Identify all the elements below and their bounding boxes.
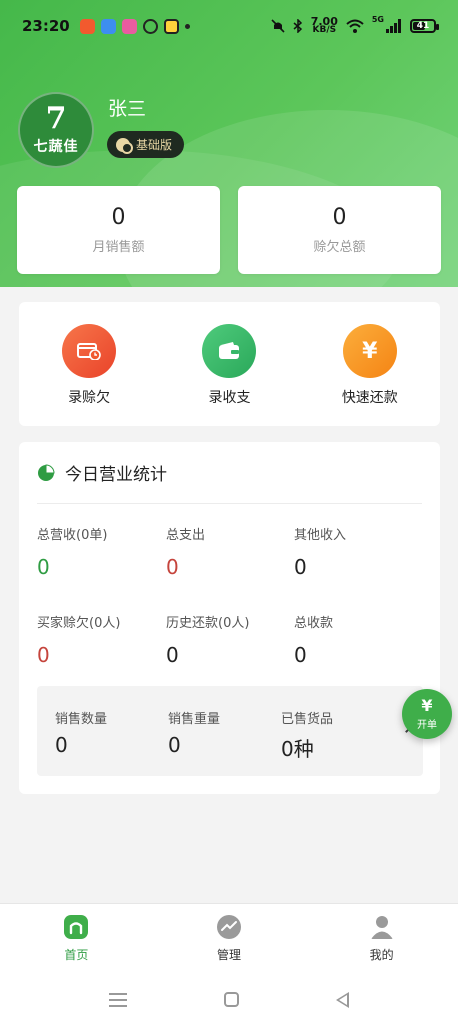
- monthly-sales-value: 0: [111, 205, 126, 230]
- yen-icon: ¥: [342, 324, 397, 378]
- status-bar: 23:20 7.00 KB/S 5G 41: [0, 0, 458, 52]
- wallet-icon: [202, 324, 257, 378]
- back-icon[interactable]: [336, 991, 350, 1008]
- shop-app-icon: [121, 18, 137, 34]
- today-stats-title: 今日营业统计: [65, 465, 167, 485]
- network-speed: 7.00 KB/S: [310, 15, 338, 35]
- quick-repay-button[interactable]: ¥ 快速还款: [300, 302, 440, 426]
- history-repay-stat[interactable]: 历史还款(0人) 0: [166, 612, 296, 667]
- record-income-expense-label: 录收支: [208, 390, 251, 406]
- mute-icon: [271, 19, 285, 33]
- create-order-label: 开单: [417, 719, 437, 731]
- battery-icon: 41: [410, 19, 439, 33]
- chart-icon: [217, 915, 241, 939]
- stat-label: 总收款: [294, 616, 334, 631]
- stat-label: 买家赊欠(0人): [37, 616, 121, 631]
- signal-icon: [386, 19, 401, 33]
- tab-manage[interactable]: 管理: [153, 904, 306, 975]
- today-stats-card: 今日营业统计 总营收(0单) 0 总支出 0 其他收入 0 买家赊欠(0人) 0…: [19, 442, 440, 794]
- stat-value: 0: [37, 555, 50, 579]
- plan-badge[interactable]: 基础版: [107, 131, 185, 158]
- game-app-icon: [163, 18, 179, 34]
- status-app-icons: [79, 18, 190, 34]
- more-notifications-dot: [184, 23, 190, 29]
- other-income-stat[interactable]: 其他收入 0: [294, 524, 424, 579]
- sold-label: 已售货品: [281, 712, 334, 727]
- wifi-icon: [346, 19, 364, 33]
- chat-app-icon: [142, 18, 158, 34]
- stat-value: 0: [166, 643, 179, 667]
- home-icon: [64, 915, 89, 939]
- bottom-nav: 首页 管理 我的: [0, 903, 458, 975]
- cloud-app-icon: [100, 18, 116, 34]
- yen-icon: ¥: [421, 695, 433, 715]
- divider: [37, 503, 422, 504]
- sold-label: 销售重量: [168, 712, 221, 727]
- video-app-icon: [79, 18, 95, 34]
- stat-label: 总营收(0单): [37, 528, 108, 543]
- system-nav: [0, 975, 458, 1024]
- plan-label: 基础版: [136, 138, 173, 152]
- total-receipts-stat[interactable]: 总收款 0: [294, 612, 424, 667]
- stat-value: 0: [294, 643, 307, 667]
- debt-card-icon: [62, 324, 117, 378]
- status-time: 23:20: [22, 17, 70, 35]
- stat-value: 0: [294, 555, 307, 579]
- stat-value: 0: [37, 643, 50, 667]
- stat-label: 总支出: [166, 528, 206, 543]
- stat-label: 其他收入: [294, 528, 347, 543]
- tab-home-label: 首页: [64, 948, 89, 962]
- tab-profile-label: 我的: [369, 948, 394, 962]
- sold-goods-summary[interactable]: 销售数量 0 销售重量 0 已售货品 0种: [37, 686, 423, 776]
- record-income-expense-button[interactable]: 录收支: [159, 302, 299, 426]
- status-indicators: 7.00 KB/S 5G 41: [271, 15, 439, 35]
- record-debt-button[interactable]: 录赊欠: [19, 302, 159, 426]
- tab-manage-label: 管理: [217, 948, 242, 962]
- sales-quantity: 销售数量 0: [55, 708, 107, 757]
- recent-apps-icon[interactable]: [108, 992, 127, 1007]
- home-button-icon[interactable]: [223, 992, 239, 1007]
- total-debt-value: 0: [332, 205, 347, 230]
- total-expense-stat[interactable]: 总支出 0: [166, 524, 296, 579]
- tab-profile[interactable]: 我的: [305, 904, 458, 975]
- brand-logo: 7 七蔬佳: [18, 92, 94, 168]
- total-debt-label: 赊欠总额: [313, 240, 366, 255]
- logo-text: 七蔬佳: [33, 139, 79, 155]
- sold-label: 销售数量: [55, 712, 108, 727]
- member-icon: [116, 137, 133, 154]
- profile-icon: [370, 916, 393, 939]
- monthly-sales-label: 月销售额: [92, 240, 145, 255]
- stat-label: 历史还款(0人): [166, 616, 250, 631]
- sold-value: 0种: [281, 737, 314, 761]
- sold-goods: 已售货品 0种: [281, 708, 333, 762]
- bluetooth-icon: [293, 19, 302, 33]
- total-revenue-stat[interactable]: 总营收(0单) 0: [37, 524, 167, 579]
- quick-actions: 录赊欠 录收支 ¥ 快速还款: [19, 302, 440, 426]
- stat-value: 0: [166, 555, 179, 579]
- quick-repay-label: 快速还款: [341, 390, 398, 406]
- create-order-button[interactable]: ¥ 开单: [402, 689, 452, 739]
- sales-weight: 销售重量 0: [168, 708, 220, 757]
- total-debt-card[interactable]: 0 赊欠总额: [238, 186, 441, 274]
- today-stats-header: 今日营业统计: [37, 460, 167, 485]
- logo-number: 7: [45, 101, 67, 136]
- buyer-debt-stat[interactable]: 买家赊欠(0人) 0: [37, 612, 167, 667]
- sold-value: 0: [168, 733, 181, 757]
- record-debt-label: 录赊欠: [68, 390, 111, 406]
- tab-home[interactable]: 首页: [0, 904, 153, 975]
- monthly-sales-card[interactable]: 0 月销售额: [17, 186, 220, 274]
- user-name: 张三: [108, 98, 147, 120]
- pie-chart-icon: [38, 463, 55, 481]
- signal-type: 5G: [371, 15, 384, 24]
- sold-value: 0: [55, 733, 68, 757]
